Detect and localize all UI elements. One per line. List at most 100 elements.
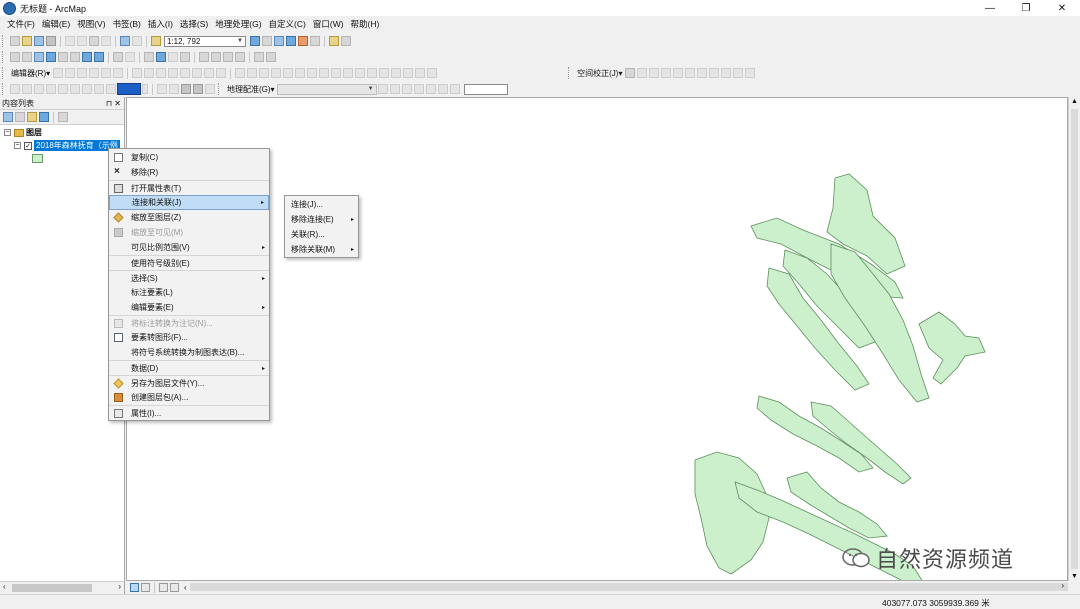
edit-vertices-icon[interactable] <box>132 68 143 78</box>
menu-selection[interactable]: 选择(S) <box>177 18 211 30</box>
georef-update-icon[interactable] <box>205 84 215 94</box>
restore-button[interactable]: ❐ <box>1008 0 1044 16</box>
edge-match-icon[interactable] <box>745 68 756 78</box>
toolbar-grip[interactable] <box>2 67 6 79</box>
menu-help[interactable]: 帮助(H) <box>348 18 383 30</box>
toc-pin-close[interactable]: ⊓ ✕ <box>106 99 124 108</box>
new-displacement-link-icon[interactable] <box>637 68 648 78</box>
draw-callout-icon[interactable] <box>82 84 92 94</box>
view-link-table-icon[interactable] <box>425 84 436 94</box>
georef-rotate-icon[interactable] <box>169 84 179 94</box>
fix-error-icon[interactable] <box>259 68 270 78</box>
context-menu-item[interactable]: 复制(C) <box>109 150 269 165</box>
pan-icon[interactable] <box>34 52 44 62</box>
toolbar-grip[interactable] <box>2 35 6 47</box>
context-menu-item[interactable]: 属性(I)... <box>109 405 269 420</box>
view-links-icon[interactable] <box>721 68 732 78</box>
more-tools-icon[interactable] <box>427 68 438 78</box>
attribute-transfer-icon[interactable] <box>733 68 744 78</box>
menu-geoprocessing[interactable]: 地理处理(G) <box>212 18 264 30</box>
submenu-item[interactable]: 移除关联(M) ▸ <box>285 242 358 257</box>
scroll-right-icon[interactable]: › <box>118 582 121 591</box>
scroll-left-icon[interactable]: ‹ <box>3 582 6 591</box>
context-menu-item[interactable]: 缩放至图层(Z) <box>109 210 269 225</box>
snap-icon[interactable] <box>343 68 354 78</box>
create-features-icon[interactable] <box>216 68 227 78</box>
identify-results-icon[interactable] <box>341 36 351 46</box>
scroll-thumb[interactable] <box>1071 109 1078 569</box>
arctoolbox-icon[interactable] <box>298 36 308 46</box>
context-menu-item[interactable]: 将标注转换为注记(N)... <box>109 315 269 330</box>
scale-combo[interactable]: 1:12, 792 ▼ <box>164 35 246 47</box>
scroll-thumb[interactable] <box>12 584 92 592</box>
legend-row[interactable] <box>32 153 43 164</box>
draw-circle-icon[interactable] <box>58 84 68 94</box>
copy-parallel-icon[interactable] <box>403 68 414 78</box>
context-menu-item[interactable]: 编辑要素(E) ▸ <box>109 300 269 315</box>
layer-visibility-checkbox[interactable]: ✓ <box>24 141 32 150</box>
close-button[interactable]: ✕ <box>1044 0 1080 16</box>
legend-symbol-swatch[interactable] <box>32 154 43 163</box>
georef-shift-icon[interactable] <box>181 84 191 94</box>
open-icon[interactable] <box>22 36 32 46</box>
topology-icon[interactable] <box>235 68 246 78</box>
copy-icon[interactable] <box>77 36 87 46</box>
straight-segment-icon[interactable] <box>77 68 88 78</box>
menu-file[interactable]: 文件(F) <box>4 18 38 30</box>
draw-polygon-icon[interactable] <box>46 84 56 94</box>
draw-ellipse-icon[interactable] <box>106 84 116 94</box>
cogo-icon[interactable] <box>415 68 426 78</box>
toolbar-grip[interactable] <box>2 83 6 95</box>
menu-edit[interactable]: 编辑(E) <box>39 18 73 30</box>
catalog-window-icon[interactable] <box>274 36 284 46</box>
print-icon[interactable] <box>46 36 56 46</box>
identity-link-icon[interactable] <box>673 68 684 78</box>
split-icon[interactable] <box>168 68 179 78</box>
context-menu-item[interactable]: 将符号系统转换为制图表达(B)... <box>109 345 269 360</box>
context-menu-item[interactable]: 要素转图形(F)... <box>109 330 269 345</box>
identify-icon[interactable] <box>156 52 166 62</box>
draw-marker-icon[interactable] <box>70 84 80 94</box>
goto-xy-icon[interactable] <box>235 52 245 62</box>
collapse-icon[interactable]: − <box>4 129 11 136</box>
smooth-icon[interactable] <box>307 68 318 78</box>
construct-icon[interactable] <box>331 68 342 78</box>
chevron-down-icon[interactable] <box>142 84 148 94</box>
intersect-icon[interactable] <box>367 68 378 78</box>
layers-group-row[interactable]: − 图层 <box>4 127 42 138</box>
multi-link-icon[interactable] <box>661 68 672 78</box>
scroll-thumb[interactable] <box>190 583 1068 591</box>
submenu-item[interactable]: 移除连接(E) ▸ <box>285 212 358 227</box>
context-menu-item[interactable]: 使用符号级别(E) <box>109 255 269 270</box>
measure-icon[interactable] <box>199 52 209 62</box>
edit-tool-icon[interactable] <box>53 68 64 78</box>
toc-horizontal-scrollbar[interactable]: ‹ › <box>0 581 124 594</box>
rotate-raster-icon[interactable] <box>377 84 388 94</box>
error-inspector-icon[interactable] <box>271 68 282 78</box>
list-by-selection-icon[interactable] <box>39 112 49 122</box>
map-vertical-scrollbar[interactable]: ▲ ▼ <box>1068 97 1080 581</box>
scroll-up-icon[interactable]: ▲ <box>1071 98 1078 105</box>
georef-layer-combo[interactable]: ▼ <box>276 83 377 95</box>
buffer-icon[interactable] <box>391 68 402 78</box>
list-by-drawing-order-icon[interactable] <box>3 112 13 122</box>
hyperlink-icon[interactable] <box>168 52 178 62</box>
context-menu-item[interactable]: 连接和关联(J) ▸ <box>109 195 269 210</box>
cut-polygons-icon[interactable] <box>156 68 167 78</box>
route-icon[interactable] <box>223 52 233 62</box>
search-window-icon[interactable] <box>286 36 296 46</box>
clear-selection-icon[interactable] <box>125 52 135 62</box>
cut-icon[interactable] <box>65 36 75 46</box>
spatial-adjustment-menu[interactable]: 空间校正(J)▾ <box>575 68 624 79</box>
forest-polygon[interactable] <box>918 311 986 385</box>
toolbar-grip[interactable] <box>218 83 222 95</box>
select-features-icon[interactable] <box>113 52 123 62</box>
context-menu-item[interactable]: 另存为图层文件(Y)... <box>109 375 269 390</box>
trace-icon[interactable] <box>101 68 112 78</box>
link-table-icon[interactable] <box>709 68 720 78</box>
data-view-icon[interactable] <box>130 582 139 592</box>
undo-icon[interactable] <box>120 36 130 46</box>
generalize-icon[interactable] <box>295 68 306 78</box>
menu-customize[interactable]: 自定义(C) <box>266 18 309 30</box>
merge-icon[interactable] <box>379 68 390 78</box>
